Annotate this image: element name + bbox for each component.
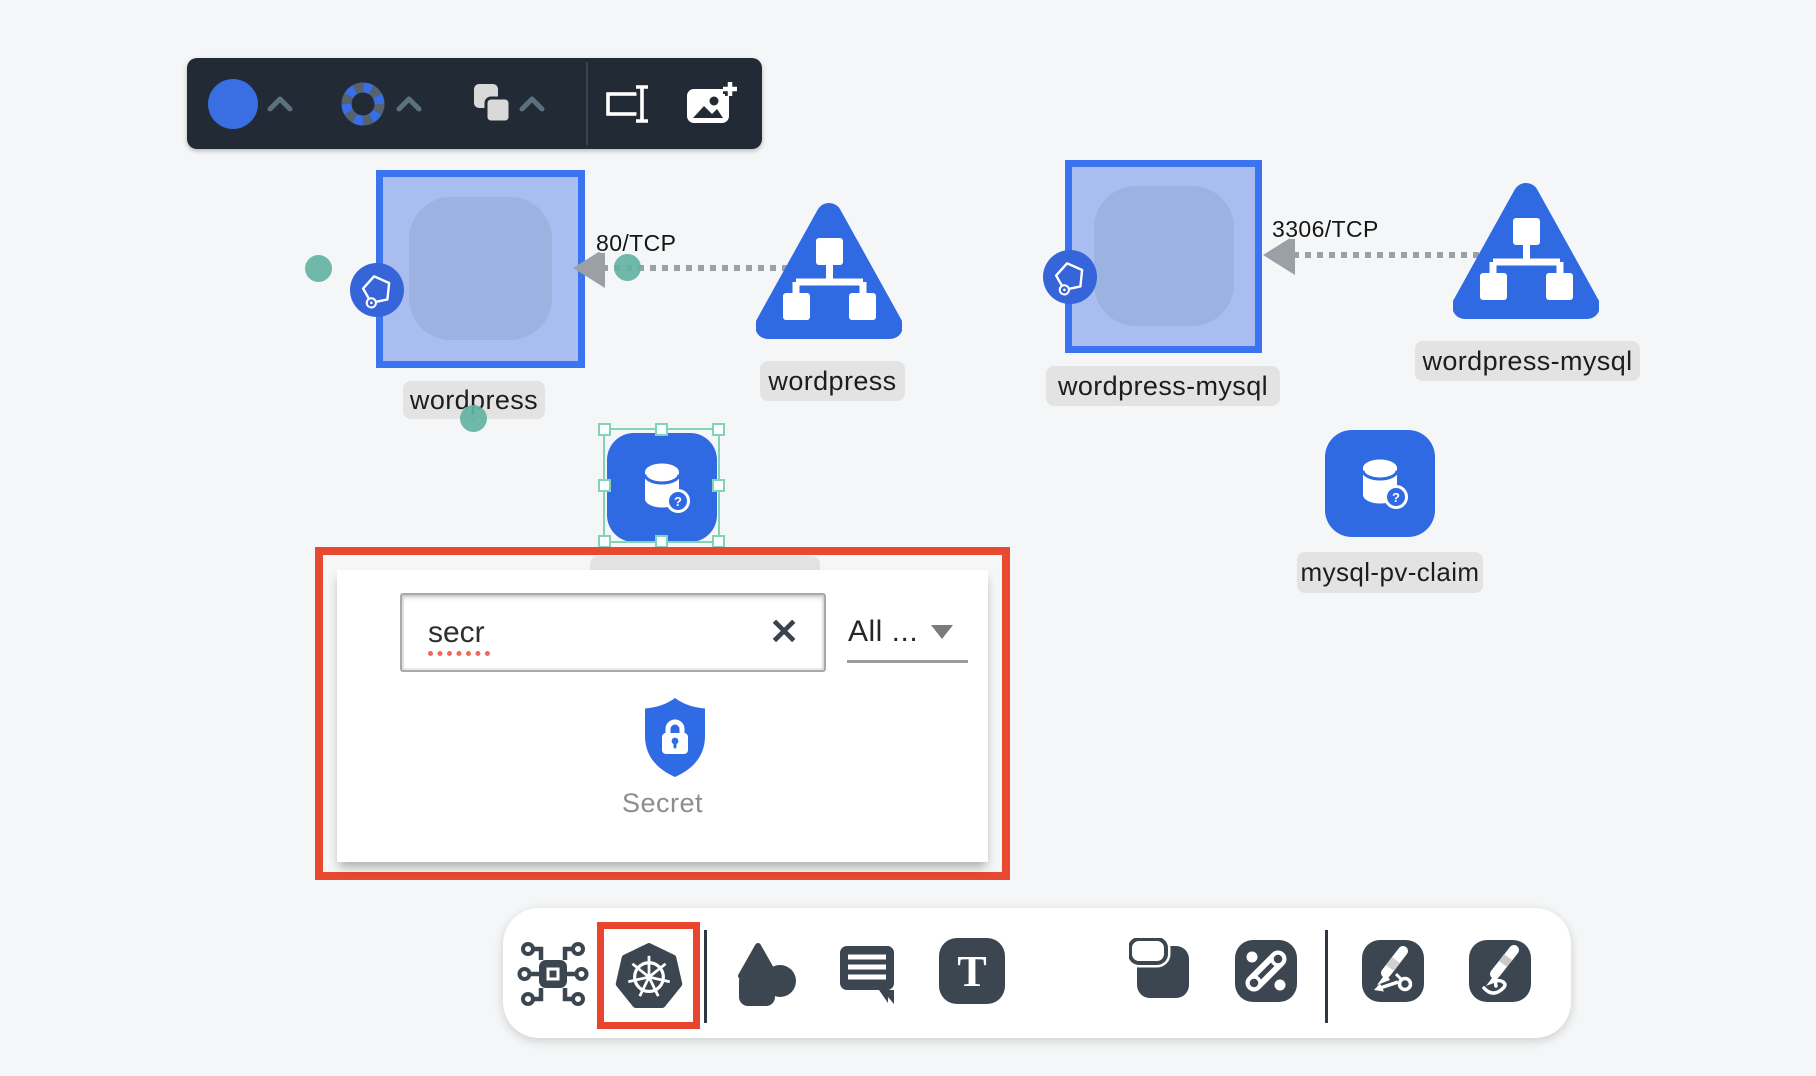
connector-icon (1233, 938, 1299, 1004)
secret-result-label: Secret (337, 788, 988, 819)
border-options-chevron[interactable] (395, 94, 423, 114)
service-node-wordpress[interactable] (756, 198, 902, 348)
replicaset-inner-shape (409, 197, 552, 340)
shield-lock-icon (641, 695, 709, 781)
svg-text:T: T (957, 947, 986, 996)
shapes-icon (727, 938, 799, 1010)
pencil-icon (1467, 938, 1533, 1004)
replicaset-inner-shape (1094, 186, 1234, 326)
svg-text:?: ? (1392, 490, 1400, 505)
pencil-tool[interactable] (1467, 938, 1533, 1004)
connection-point-dot[interactable] (614, 254, 641, 281)
add-image-icon (684, 80, 740, 128)
frame-icon (1129, 938, 1195, 1004)
service-triangle-icon (756, 198, 902, 348)
connection-point-dot[interactable] (305, 255, 332, 282)
pvc-node-mysql-pv-claim[interactable]: ? (1325, 430, 1435, 537)
selection-handle[interactable] (712, 423, 725, 436)
comment-tool[interactable] (834, 938, 900, 1008)
secret-result-item[interactable] (641, 695, 709, 781)
selection-handle[interactable] (598, 479, 611, 492)
node-label: wordpress-mysql (1415, 341, 1640, 381)
chevron-up-icon (518, 94, 546, 114)
copy-style-button[interactable] (468, 80, 516, 128)
rename-icon (604, 83, 656, 125)
database-question-icon: ? (1348, 452, 1412, 516)
pod-pentagon-icon (1050, 257, 1090, 297)
edge-port-label: 3306/TCP (1272, 216, 1379, 243)
node-label: wordpress (760, 361, 905, 401)
overlap-squares-icon (468, 80, 516, 128)
kubernetes-tool[interactable] (607, 934, 691, 1018)
edge-port-label: 80/TCP (596, 230, 676, 257)
kind-filter-dropdown[interactable]: All ... (848, 615, 918, 649)
network-chip-tool[interactable] (513, 936, 593, 1012)
network-chip-icon (515, 936, 591, 1012)
pen-arrow-icon (1360, 938, 1426, 1004)
toolbar-divider (586, 62, 588, 145)
shapes-tool[interactable] (725, 936, 801, 1012)
style-toolbar (187, 58, 762, 149)
pod-icon[interactable] (1043, 250, 1097, 304)
selection-handle[interactable] (598, 423, 611, 436)
pod-icon[interactable] (350, 263, 404, 317)
shape-picker-popup: ✕ All ... Secret (337, 570, 988, 862)
selection-handle[interactable] (712, 479, 725, 492)
selection-box[interactable] (603, 428, 720, 543)
replace-image-button[interactable] (684, 80, 740, 128)
canvas[interactable]: wordpress 80/TCP wordpress wordpress-mys… (0, 0, 1816, 1076)
connection-point-dot[interactable] (460, 405, 487, 432)
comment-icon (835, 940, 899, 1006)
deployment-node-wordpress[interactable] (376, 170, 585, 368)
connector-tool[interactable] (1233, 938, 1299, 1004)
pen-arrow-tool[interactable] (1360, 938, 1426, 1004)
rename-button[interactable] (604, 83, 656, 125)
clear-search-icon[interactable]: ✕ (769, 614, 799, 650)
frame-tool[interactable] (1129, 938, 1195, 1004)
service-triangle-icon (1453, 178, 1599, 328)
tool-palette: T (503, 908, 1571, 1038)
service-node-wordpress-mysql[interactable] (1453, 178, 1599, 328)
toolbar-divider (704, 930, 707, 1023)
kubernetes-icon (615, 942, 683, 1010)
copy-style-chevron[interactable] (518, 94, 546, 114)
dropdown-arrow-icon[interactable] (931, 625, 953, 639)
spellcheck-underline (428, 651, 490, 656)
text-tool[interactable]: T (939, 938, 1005, 1004)
chevron-up-icon (266, 94, 294, 114)
chevron-up-icon (395, 94, 423, 114)
node-label: wordpress-mysql (1046, 366, 1280, 406)
node-label: mysql-pv-claim (1297, 552, 1483, 593)
deployment-node-wordpress-mysql[interactable] (1065, 160, 1262, 353)
text-icon: T (939, 938, 1005, 1004)
border-style-button[interactable] (337, 78, 389, 130)
fill-options-chevron[interactable] (266, 94, 294, 114)
dropdown-underline (847, 660, 968, 663)
toolbar-divider (1325, 930, 1328, 1023)
search-input[interactable] (400, 593, 826, 672)
dashed-ring-icon (337, 78, 389, 130)
selection-handle[interactable] (655, 423, 668, 436)
fill-color-swatch[interactable] (208, 79, 258, 129)
pod-pentagon-icon (357, 270, 397, 310)
